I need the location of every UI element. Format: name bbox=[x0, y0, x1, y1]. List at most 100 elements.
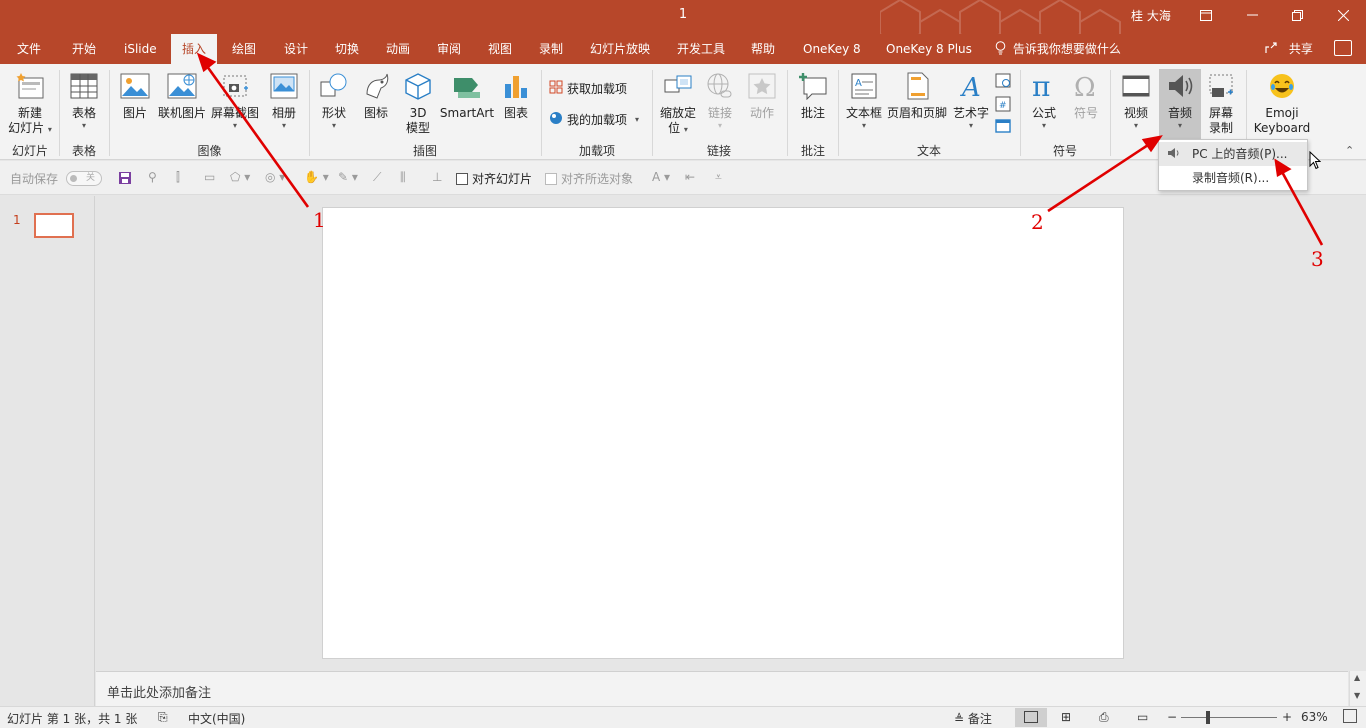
notes-toggle[interactable]: ≜ 备注 bbox=[954, 710, 992, 727]
tab-slideshow[interactable]: 幻灯片放映 bbox=[590, 34, 650, 64]
tab-home[interactable]: 开始 bbox=[72, 34, 96, 64]
language-indicator[interactable]: 中文(中国) bbox=[188, 710, 245, 727]
person-icon[interactable]: ⚲ bbox=[148, 170, 157, 184]
ribbon-display-icon[interactable] bbox=[1192, 4, 1220, 26]
minimize-icon[interactable] bbox=[1238, 4, 1266, 26]
object-icon[interactable] bbox=[995, 119, 1011, 136]
slide-canvas[interactable] bbox=[322, 207, 1124, 659]
zoom-out-icon[interactable]: − bbox=[1167, 710, 1177, 724]
user-name[interactable]: 桂 大海 bbox=[1131, 7, 1171, 24]
link-button[interactable]: 链接 ▾ bbox=[702, 70, 738, 130]
shape-fill-icon[interactable]: ⬠ ▾ bbox=[230, 170, 250, 184]
tab-animations[interactable]: 动画 bbox=[386, 34, 410, 64]
icons-button[interactable]: 图标 bbox=[358, 70, 394, 121]
customize-qat-icon[interactable]: ⩡ bbox=[715, 170, 722, 185]
new-comment-button[interactable]: 批注 bbox=[795, 70, 831, 121]
zoom-in-icon[interactable]: + bbox=[1282, 710, 1292, 724]
pen-icon[interactable]: ✎ ▾ bbox=[338, 170, 358, 184]
font-color-icon[interactable]: A ▾ bbox=[652, 170, 670, 184]
link-label: 链接 bbox=[707, 106, 732, 120]
fit-to-window-icon[interactable] bbox=[1343, 709, 1357, 723]
status-bar: 幻灯片 第 1 张，共 1 张 ⎘ 中文(中国) ≜ 备注 ⊞ ⎙ ▭ − + … bbox=[0, 706, 1366, 728]
shape-outline-icon[interactable]: ◎ ▾ bbox=[265, 170, 285, 184]
3d-models-button[interactable]: 3D 模型 bbox=[400, 70, 436, 136]
zoom-label-2: 位 bbox=[668, 121, 681, 135]
pictures-button[interactable]: 图片 bbox=[117, 70, 153, 121]
zoom-button[interactable]: 缩放定 位 ▾ bbox=[657, 70, 699, 136]
online-pictures-button[interactable]: 联机图片 bbox=[156, 70, 208, 121]
header-footer-label: 页眉和页脚 bbox=[886, 106, 947, 120]
save-icon[interactable] bbox=[118, 171, 132, 188]
tab-help[interactable]: 帮助 bbox=[751, 34, 775, 64]
screen-recording-button[interactable]: 屏幕 录制 bbox=[1203, 70, 1239, 136]
chart-button[interactable]: 图表 bbox=[498, 70, 534, 121]
notes-pane[interactable]: 单击此处添加备注 bbox=[96, 671, 1348, 706]
zoom-level[interactable]: 63% bbox=[1301, 710, 1328, 724]
emoji-keyboard-button[interactable]: Emoji Keyboard bbox=[1251, 70, 1313, 136]
chart-icon bbox=[500, 70, 532, 102]
format-painter-icon[interactable]: ✋ ▾ bbox=[304, 170, 329, 184]
tab-design[interactable]: 设计 bbox=[284, 34, 308, 64]
tab-review[interactable]: 审阅 bbox=[437, 34, 461, 64]
align-selected-checkbox[interactable]: 对齐所选对象 bbox=[545, 170, 633, 187]
tab-onekey8plus[interactable]: OneKey 8 Plus bbox=[886, 34, 972, 64]
zoom-slider-thumb[interactable] bbox=[1206, 711, 1210, 724]
pc-audio-menu-item[interactable]: PC 上的音频(P)... bbox=[1159, 142, 1307, 166]
distribute-icon[interactable]: ⫼ bbox=[400, 170, 406, 185]
equation-button[interactable]: π 公式 ▾ bbox=[1026, 70, 1062, 130]
group-separator bbox=[1110, 70, 1111, 156]
tab-insert[interactable]: 插入 bbox=[171, 34, 218, 64]
my-addins-button[interactable]: 我的加载项 ▾ bbox=[549, 109, 639, 129]
wordart-button[interactable]: A 艺术字 ▾ bbox=[950, 70, 992, 130]
video-button[interactable]: 视频 ▾ bbox=[1118, 70, 1154, 130]
slide-sorter-icon[interactable]: ⊞ bbox=[1061, 710, 1071, 724]
scroll-down-icon[interactable]: ▼ bbox=[1354, 691, 1360, 700]
autosave-toggle[interactable]: 关 bbox=[66, 171, 102, 186]
screen-recording-label-2: 录制 bbox=[1208, 121, 1233, 135]
action-button[interactable]: 动作 bbox=[744, 70, 780, 121]
shapes-button[interactable]: 形状 ▾ bbox=[316, 70, 352, 130]
group-label-addins: 加载项 bbox=[578, 144, 615, 158]
text-box-qat-icon[interactable]: ▭ bbox=[204, 170, 215, 184]
audio-button[interactable]: 音频 ▾ bbox=[1160, 70, 1200, 130]
collapse-ribbon-icon[interactable]: ⌃ bbox=[1345, 144, 1354, 157]
align-icon[interactable]: ⊥ bbox=[432, 170, 442, 184]
align-slides-checkbox[interactable]: 对齐幻灯片 bbox=[456, 170, 532, 187]
eyedropper-icon[interactable]: ⟋ bbox=[373, 170, 381, 185]
table-button[interactable]: 表格 ▾ bbox=[66, 70, 102, 130]
record-audio-menu-item[interactable]: 录制音频(R)... bbox=[1159, 166, 1307, 190]
new-slide-button[interactable]: 新建 幻灯片 ▾ bbox=[4, 70, 56, 136]
symbol-button[interactable]: Ω 符号 bbox=[1068, 70, 1104, 121]
comments-icon[interactable] bbox=[1334, 40, 1352, 56]
tab-file[interactable]: 文件 bbox=[17, 34, 41, 64]
tab-islide[interactable]: iSlide bbox=[124, 34, 157, 64]
restore-icon[interactable] bbox=[1283, 4, 1311, 26]
align-center-icon[interactable]: ⫿ bbox=[176, 170, 180, 185]
tell-me-search[interactable]: 告诉我你想要做什么 bbox=[995, 34, 1121, 64]
addin-icon bbox=[549, 111, 567, 128]
tab-draw[interactable]: 绘图 bbox=[232, 34, 256, 64]
tab-record[interactable]: 录制 bbox=[539, 34, 563, 64]
slide-thumbnail[interactable] bbox=[34, 213, 74, 238]
vertical-scrollbar[interactable]: ▲ ▼ bbox=[1349, 671, 1366, 706]
zoom-slider[interactable] bbox=[1181, 717, 1277, 718]
close-icon[interactable] bbox=[1329, 4, 1357, 26]
paragraph-icon[interactable]: ⇤ bbox=[685, 170, 695, 184]
get-addins-button[interactable]: 获取加载项 bbox=[549, 78, 627, 98]
tab-onekey8[interactable]: OneKey 8 bbox=[803, 34, 861, 64]
slide-number-icon[interactable]: # bbox=[995, 96, 1011, 115]
reading-view-icon[interactable]: ⎙ bbox=[1099, 710, 1109, 725]
tab-developer[interactable]: 开发工具 bbox=[677, 34, 725, 64]
spell-check-icon[interactable]: ⎘ bbox=[158, 710, 168, 725]
tab-view[interactable]: 视图 bbox=[488, 34, 512, 64]
smartart-button[interactable]: SmartArt bbox=[440, 70, 494, 121]
screenshot-button[interactable]: 屏幕截图 ▾ bbox=[209, 70, 261, 130]
slideshow-view-icon[interactable]: ▭ bbox=[1137, 710, 1148, 724]
share-button[interactable]: 共享 bbox=[1265, 34, 1313, 64]
scroll-up-icon[interactable]: ▲ bbox=[1354, 673, 1360, 682]
header-footer-button[interactable]: 页眉和页脚 bbox=[886, 70, 948, 121]
date-time-icon[interactable] bbox=[995, 72, 1011, 91]
photo-album-button[interactable]: 相册 ▾ bbox=[266, 70, 302, 130]
tab-transitions[interactable]: 切换 bbox=[335, 34, 359, 64]
textbox-button[interactable]: A 文本框 ▾ bbox=[844, 70, 884, 130]
